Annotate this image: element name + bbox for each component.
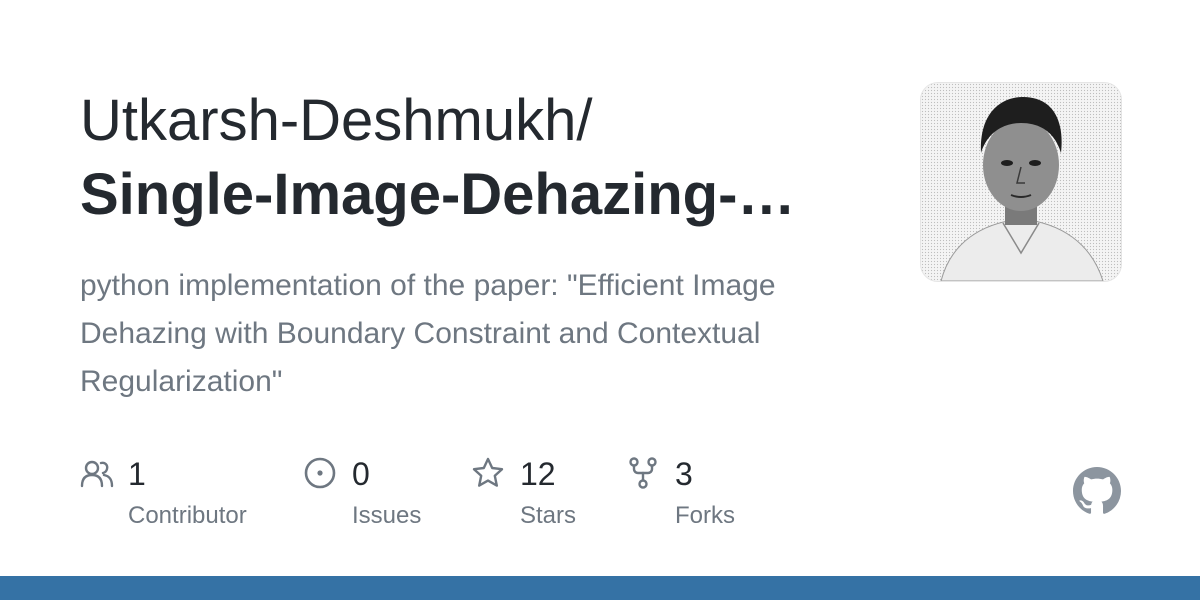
stars-label: Stars xyxy=(520,502,577,529)
people-icon xyxy=(80,456,114,490)
star-icon xyxy=(471,456,505,490)
stars-count: 12 xyxy=(520,456,556,492)
repo-name[interactable]: Single-Image-Dehazing-… xyxy=(80,160,795,230)
owner-name: Utkarsh-Deshmukh/ xyxy=(80,88,593,153)
repo-description: python implementation of the paper: "Eff… xyxy=(80,269,776,398)
forks-count: 3 xyxy=(675,456,693,492)
repo-forked-icon xyxy=(627,456,661,490)
contributors-label: Contributor xyxy=(128,502,247,529)
issue-opened-icon xyxy=(304,456,338,490)
issues-count: 0 xyxy=(352,456,370,492)
language-color-bar xyxy=(0,576,1200,600)
github-mark-icon xyxy=(1073,467,1121,515)
contributors-count: 1 xyxy=(128,456,146,492)
forks-label: Forks xyxy=(675,502,735,529)
avatar xyxy=(920,82,1122,282)
issues-label: Issues xyxy=(352,502,422,529)
